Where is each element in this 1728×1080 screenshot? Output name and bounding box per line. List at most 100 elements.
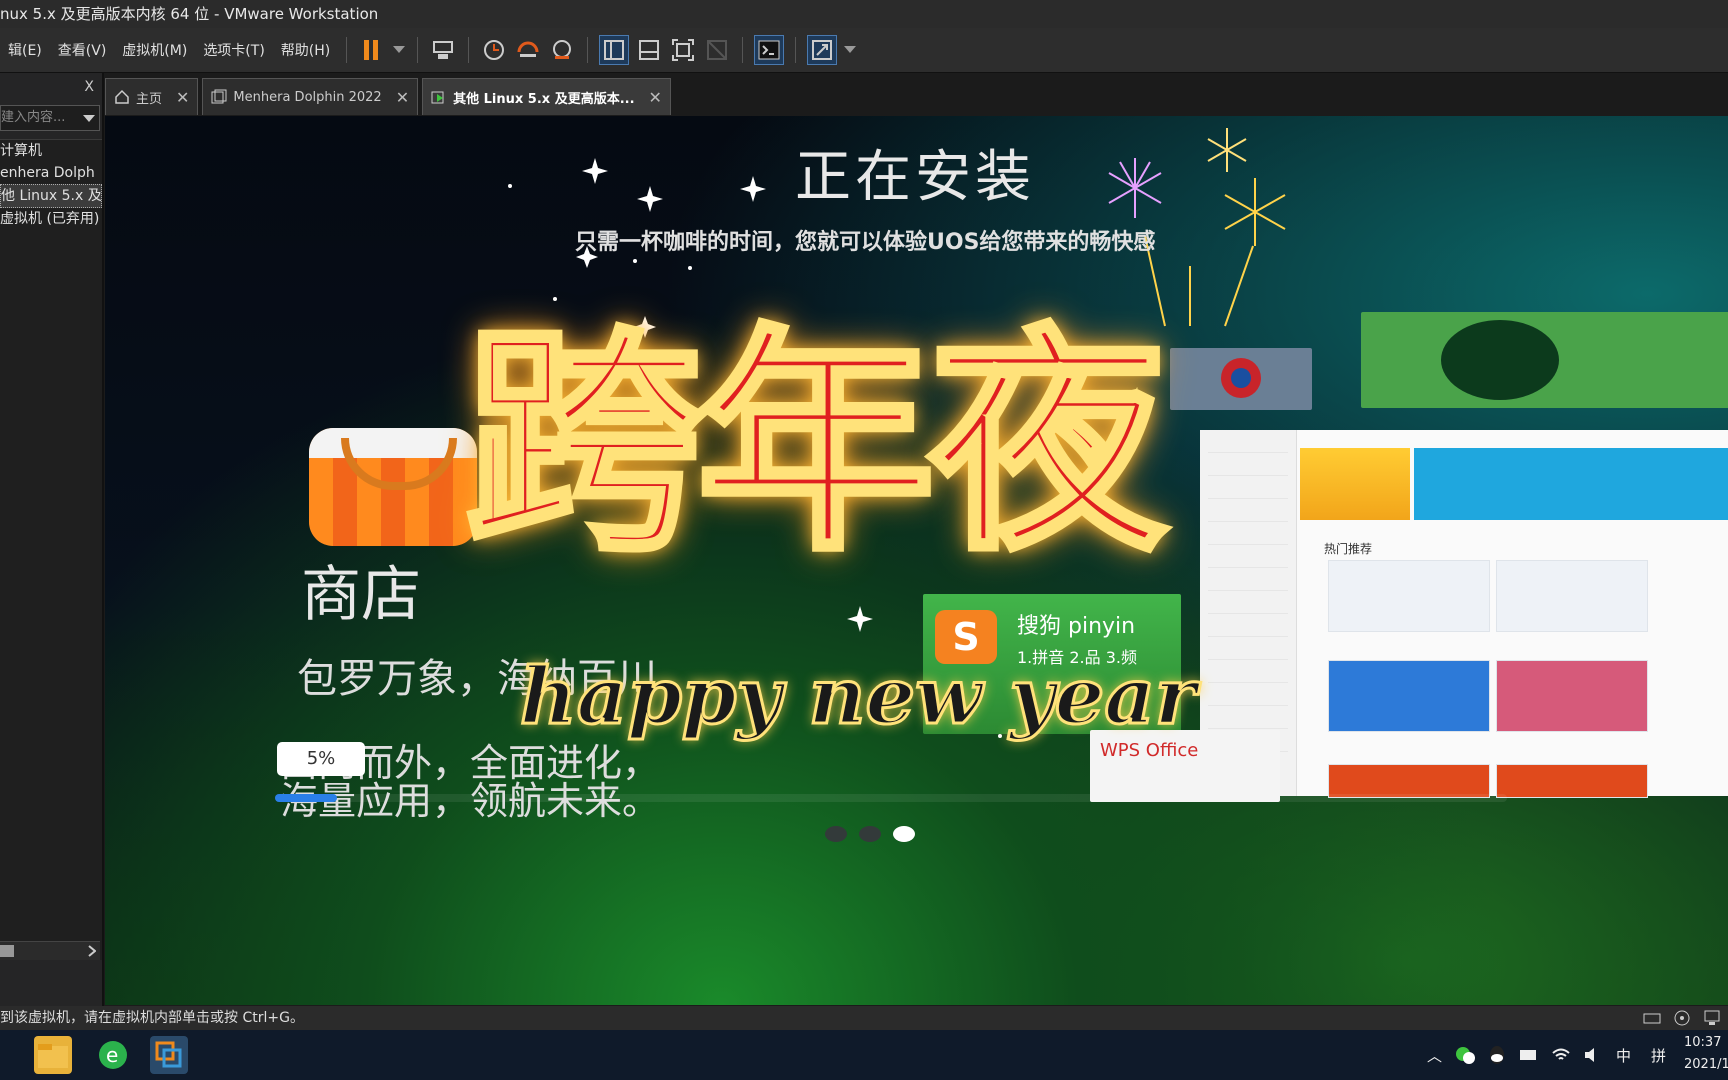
toolbar-divider xyxy=(468,37,470,63)
chevron-right-icon[interactable] xyxy=(88,945,96,957)
clock-time: 10:37 xyxy=(1684,1035,1722,1050)
terminal-icon[interactable] xyxy=(754,35,785,65)
browser-icon[interactable]: e xyxy=(94,1036,132,1074)
app-tile xyxy=(1328,660,1490,732)
wechat-icon[interactable] xyxy=(1454,1044,1476,1066)
progress-percent: 5% xyxy=(277,742,365,776)
slide-dot[interactable] xyxy=(825,826,847,842)
device-icons xyxy=(1642,1008,1722,1028)
menu-tabs[interactable]: 选项卡(T) xyxy=(195,40,272,60)
menu-edit[interactable]: 辑(E) xyxy=(0,40,50,60)
chevron-up-icon[interactable]: ︿ xyxy=(1427,1045,1442,1066)
scrollbar-thumb[interactable] xyxy=(0,945,14,957)
progress-fill xyxy=(275,794,337,802)
hdd-icon[interactable] xyxy=(1642,1008,1662,1028)
tab-menhera-label: Menhera Dolphin 2022 xyxy=(233,89,382,105)
app-tile xyxy=(1328,560,1490,632)
view-console-icon[interactable] xyxy=(635,36,663,64)
library-panel: X 建入内容... 计算机 enhera Dolph 他 Linux 5.x 及… xyxy=(0,73,104,1006)
window-title: nux 5.x 及更高版本内核 64 位 - VMware Workstatio… xyxy=(0,5,379,23)
app-tile xyxy=(1496,660,1648,732)
svg-text:e: e xyxy=(106,1043,118,1067)
toolbar-divider xyxy=(742,37,744,63)
tab-home-label: 主页 xyxy=(136,91,163,107)
qq-icon[interactable] xyxy=(1486,1044,1508,1066)
menu-help[interactable]: 帮助(H) xyxy=(273,40,338,60)
vm-console[interactable]: 正在安装 只需一杯咖啡的时间，您就可以体验UOS给您带来的畅快感 热门推荐 S … xyxy=(105,116,1728,1005)
clock-date: 2021/12 xyxy=(1684,1057,1728,1072)
revert-snapshot-icon[interactable] xyxy=(514,36,542,64)
install-subheading: 只需一杯咖啡的时间，您就可以体验UOS给您带来的畅快感 xyxy=(575,230,1156,255)
library-search-input[interactable]: 建入内容... xyxy=(0,105,100,131)
close-icon[interactable]: X xyxy=(84,79,94,95)
tab-close-icon[interactable]: ✕ xyxy=(176,88,189,107)
hot-recommend-label: 热门推荐 xyxy=(1324,542,1373,556)
file-explorer-icon[interactable] xyxy=(34,1036,72,1074)
happy-new-year-text: happy new year xyxy=(518,650,1197,744)
sogou-title: 搜狗 pinyin xyxy=(1017,614,1136,639)
slide-dots xyxy=(825,826,915,842)
tree-item-linux[interactable]: 他 Linux 5.x 及 xyxy=(0,184,102,208)
slide-dot[interactable] xyxy=(859,826,881,842)
tab-close-icon[interactable]: ✕ xyxy=(396,88,409,107)
menu-view[interactable]: 查看(V) xyxy=(50,40,115,60)
tree-item-deprecated-vm[interactable]: 虚拟机 (已弃用) xyxy=(0,208,102,230)
view-normal-icon[interactable] xyxy=(599,35,630,65)
system-tray: ︿ 中 拼 xyxy=(1427,1030,1728,1080)
snapshot-icon[interactable] xyxy=(480,36,508,64)
taskbar: e ︿ 中 拼 10:37 2021/12 xyxy=(0,1030,1728,1080)
store-label: 商店 xyxy=(301,560,421,630)
store-banner-city xyxy=(1300,448,1410,520)
menu-toolbar: 辑(E) 查看(V) 虚拟机(M) 选项卡(T) 帮助(H) xyxy=(0,28,1728,73)
battery-icon[interactable] xyxy=(1518,1044,1540,1066)
toolbar-divider xyxy=(795,37,797,63)
stretch-icon[interactable] xyxy=(807,35,838,65)
tab-close-icon[interactable]: ✕ xyxy=(649,88,662,107)
menu-vm[interactable]: 虚拟机(M) xyxy=(114,40,195,60)
manage-snapshots-icon[interactable] xyxy=(548,36,576,64)
status-hint: 到该虚拟机，请在虚拟机内部单击或按 Ctrl+G。 xyxy=(0,1010,304,1026)
clock[interactable]: 10:37 2021/12 xyxy=(1684,1032,1728,1076)
shopping-bag-icon xyxy=(309,428,477,546)
tab-linux[interactable]: 其他 Linux 5.x 及更高版本... ✕ xyxy=(422,78,671,115)
progress-bar xyxy=(275,794,1507,802)
chevron-down-icon[interactable] xyxy=(83,115,95,122)
tab-linux-label: 其他 Linux 5.x 及更高版本... xyxy=(453,91,635,107)
vm-tabs: 主页 ✕ Menhera Dolphin 2022 ✕ 其他 Linux 5.x… xyxy=(105,78,675,116)
toolbar-divider xyxy=(417,37,419,63)
pause-icon[interactable] xyxy=(358,36,386,64)
dragon-logo-icon xyxy=(1221,358,1261,398)
install-heading: 正在安装 xyxy=(795,145,1035,210)
slide-dot[interactable] xyxy=(893,826,915,842)
window-title-bar: nux 5.x 及更高版本内核 64 位 - VMware Workstatio… xyxy=(0,0,1728,28)
ime-mode[interactable]: 中 xyxy=(1616,1045,1631,1066)
dropdown-icon[interactable] xyxy=(392,36,406,64)
search-placeholder: 建入内容... xyxy=(1,110,66,125)
dropdown-icon[interactable] xyxy=(843,36,857,64)
view-unity-icon[interactable] xyxy=(703,36,731,64)
app-tile xyxy=(1496,764,1648,798)
tree-item-my-computer[interactable]: 计算机 xyxy=(0,140,102,162)
tree-item-menhera[interactable]: enhera Dolph xyxy=(0,162,102,184)
send-keys-icon[interactable] xyxy=(429,36,457,64)
app-card-stocks xyxy=(1170,348,1312,410)
status-bar: 到该虚拟机，请在虚拟机内部单击或按 Ctrl+G。 xyxy=(0,1006,1728,1030)
wifi-icon[interactable] xyxy=(1550,1044,1572,1066)
horizontal-scrollbar[interactable] xyxy=(0,941,100,960)
tab-home[interactable]: 主页 ✕ xyxy=(105,78,199,115)
view-fullscreen-icon[interactable] xyxy=(669,36,697,64)
vm-running-icon xyxy=(431,91,444,104)
wps-label: WPS Office xyxy=(1100,740,1199,761)
vm-icon xyxy=(211,89,227,104)
network-icon[interactable] xyxy=(1702,1008,1722,1028)
toolbar-divider xyxy=(587,37,589,63)
tab-menhera[interactable]: Menhera Dolphin 2022 ✕ xyxy=(202,78,419,115)
volume-icon[interactable] xyxy=(1582,1044,1604,1066)
cd-icon[interactable] xyxy=(1672,1008,1692,1028)
app-tile xyxy=(1328,764,1490,798)
home-icon xyxy=(115,89,129,104)
new-year-eve-title: 跨年夜 xyxy=(462,306,1170,583)
vmware-icon[interactable] xyxy=(150,1036,188,1074)
store-banner-blue xyxy=(1414,448,1728,520)
keyboard-layout[interactable]: 拼 xyxy=(1651,1045,1666,1066)
